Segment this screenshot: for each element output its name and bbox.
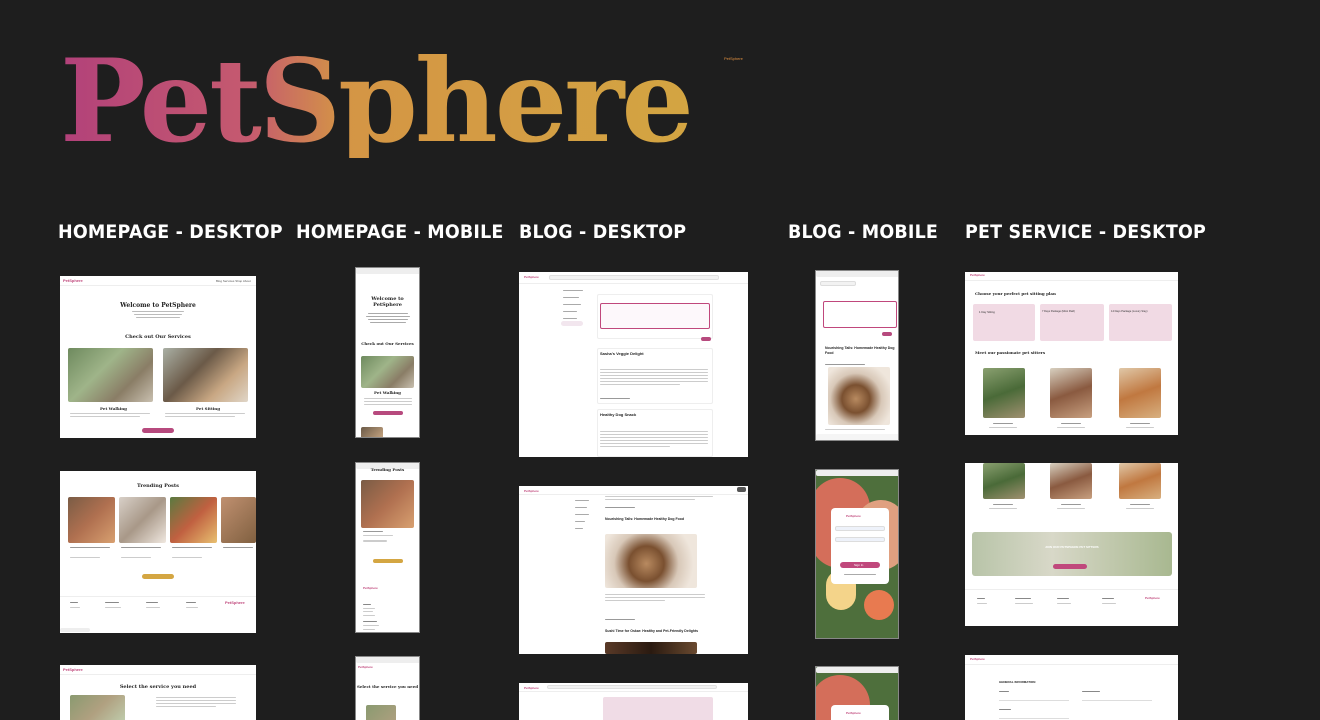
- mobile-service-image: [366, 705, 396, 720]
- mobile-blog-food-image: [828, 367, 890, 425]
- plan-card-1-title: 1 Day Sitting: [979, 310, 995, 314]
- services-heading: Check out Our Services: [125, 334, 191, 340]
- footer-logo: PetSphere: [225, 600, 245, 605]
- mobile-walking-image: [361, 356, 414, 388]
- sitter-photo-1: [983, 368, 1025, 418]
- service-logo: PetSphere: [970, 273, 985, 277]
- mobile-trending-heading: Trending Posts: [370, 467, 405, 472]
- join-sitters-banner: [972, 532, 1172, 576]
- sitter-photo-3: [1119, 368, 1161, 418]
- mobile-post-button[interactable]: [882, 332, 892, 336]
- pet-service-screenshot-1[interactable]: PetSphere Choose your perfect pet sittin…: [965, 272, 1178, 435]
- pet-walking-image: [68, 348, 153, 402]
- sign-in-card: [831, 508, 889, 584]
- column-title-blog-desktop: BLOG - DESKTOP: [519, 221, 687, 243]
- blog-logo: PetSphere: [524, 275, 539, 279]
- homepage-desktop-screenshot-3[interactable]: PetSphere Select the service you need: [60, 665, 256, 720]
- column-title-pet-service-desktop: PET SERVICE - DESKTOP: [965, 221, 1207, 243]
- mobile-cta-button[interactable]: [373, 411, 403, 415]
- mobile-walking-title: Pet Walking: [374, 390, 401, 395]
- site-logo-3: PetSphere: [63, 667, 83, 672]
- service-logo-3: PetSphere: [970, 657, 985, 661]
- homepage-desktop-screenshot-2[interactable]: Trending Posts PetSphere: [60, 471, 256, 633]
- blog-post-button[interactable]: [701, 337, 711, 341]
- mobile-logo-3: PetSphere: [358, 665, 373, 669]
- tiny-brand-label: PetSphere: [724, 56, 743, 61]
- mobile-blog-post-title[interactable]: Nourishing Tails: Homemade Healthy Dog F…: [825, 346, 895, 356]
- mobile-select-service-heading: Select the service you need: [356, 684, 419, 689]
- sitter-photo-2b: [1050, 463, 1092, 499]
- homepage-mobile-screenshot-2[interactable]: Trending Posts PetSphere: [355, 462, 420, 633]
- mobile-welcome-heading: Welcome to PetSphere: [371, 296, 404, 308]
- plans-heading: Choose your perfect pet sitting plan: [975, 291, 1056, 296]
- pet-service-screenshot-2[interactable]: JOIN OUR PETSPHERE PET SITTERS PetSphere: [965, 463, 1178, 626]
- plan-card-2-title: 7 Days Package (Most Paid): [1042, 310, 1075, 313]
- sitter-photo-2: [1050, 368, 1092, 418]
- sign-in-logo: PetSphere: [846, 514, 861, 518]
- trending-post-image-2: [119, 497, 166, 543]
- blog-post-title-3[interactable]: Nourishing Tails: Homemade Healthy Dog F…: [605, 517, 684, 521]
- site-nav: Blog Services Shop About: [216, 279, 251, 283]
- blog-logo-2: PetSphere: [524, 489, 539, 493]
- profile-banner: [603, 697, 713, 720]
- homepage-desktop-screenshot-1[interactable]: PetSphere Blog Services Shop About Welco…: [60, 276, 256, 438]
- plan-card-3-title: 14 Days Package (Luxury Stay): [1111, 310, 1148, 313]
- trending-heading: Trending Posts: [137, 483, 179, 489]
- sitters-heading: Meet our passionate pet sitters: [975, 350, 1046, 355]
- blog-post-textarea[interactable]: [600, 303, 710, 329]
- homepage-mobile-screenshot-3[interactable]: PetSphere Select the service you need: [355, 656, 420, 720]
- column-title-blog-mobile: BLOG - MOBILE: [788, 221, 939, 243]
- mobile-services-heading: Check out Our Services: [361, 341, 414, 346]
- blog-post-title-4[interactable]: Sushi Time for Oskar: Healthy and Pet-Fr…: [605, 629, 698, 633]
- trending-post-image-3: [170, 497, 217, 543]
- blog-post-title-1[interactable]: Sasha's Veggie Delight: [600, 351, 644, 356]
- general-info-heading: GENERAL INFORMATION: [999, 680, 1036, 684]
- site-logo: PetSphere: [63, 278, 83, 283]
- petsphere-logo: PetSphere: [60, 34, 694, 168]
- join-button[interactable]: [1053, 564, 1087, 569]
- mobile-trending-image: [361, 480, 414, 528]
- blog-search-input[interactable]: [549, 275, 719, 280]
- blog-mobile-screenshot-1[interactable]: Nourishing Tails: Homemade Healthy Dog F…: [815, 270, 899, 441]
- select-service-heading: Select the service you need: [119, 684, 197, 690]
- sign-in-logo-3: PetSphere: [846, 711, 861, 715]
- service-image: [70, 695, 125, 720]
- find-sitter-button[interactable]: [142, 428, 174, 433]
- sign-in-button[interactable]: Sign In: [840, 562, 880, 568]
- column-title-homepage-desktop: HOMEPAGE - DESKTOP: [58, 221, 283, 243]
- blog-desktop-screenshot-2[interactable]: PetSphere Nourishing Tails: Homemade Hea…: [519, 486, 748, 654]
- sitter-photo-3b: [1119, 463, 1161, 499]
- pet-walking-title: Pet Walking: [100, 406, 127, 411]
- join-banner-text: JOIN OUR PETSPHERE PET SITTERS: [1045, 545, 1099, 549]
- blog-mobile-screenshot-2[interactable]: PetSphere Sign In: [815, 469, 899, 639]
- pet-sitting-title: Pet Sitting: [196, 406, 221, 411]
- password-field[interactable]: [835, 537, 885, 542]
- mobile-search-input[interactable]: [820, 281, 856, 286]
- mobile-sitting-image: [361, 427, 383, 437]
- trending-post-image-4: [221, 497, 256, 543]
- blog-desktop-screenshot-1[interactable]: PetSphere Sasha's Veggie Delight Healthy…: [519, 272, 748, 457]
- trending-post-image-1: [68, 497, 115, 543]
- mobile-footer-logo: PetSphere: [363, 586, 378, 590]
- blog-desktop-screenshot-3[interactable]: PetSphere: [519, 683, 748, 720]
- sitter-photo-1b: [983, 463, 1025, 499]
- email-field[interactable]: [835, 526, 885, 531]
- blog-mobile-screenshot-3[interactable]: PetSphere: [815, 666, 899, 720]
- homepage-mobile-screenshot-1[interactable]: Welcome to PetSphere Check out Our Servi…: [355, 267, 420, 438]
- blog-sushi-image: [605, 642, 697, 654]
- blog-post-title-2[interactable]: Healthy Dog Snack: [600, 412, 636, 417]
- service-footer-logo: PetSphere: [1145, 596, 1160, 600]
- blog-logo-3: PetSphere: [524, 686, 539, 690]
- mobile-post-textarea[interactable]: [823, 301, 897, 328]
- welcome-heading: Welcome to PetSphere: [120, 302, 196, 309]
- see-more-posts-button[interactable]: [142, 574, 174, 579]
- pet-sitting-image: [163, 348, 248, 402]
- pet-service-screenshot-3[interactable]: PetSphere GENERAL INFORMATION: [965, 655, 1178, 720]
- blog-food-image: [605, 534, 697, 588]
- mobile-see-more-button[interactable]: [373, 559, 403, 563]
- column-title-homepage-mobile: HOMEPAGE - MOBILE: [296, 221, 504, 243]
